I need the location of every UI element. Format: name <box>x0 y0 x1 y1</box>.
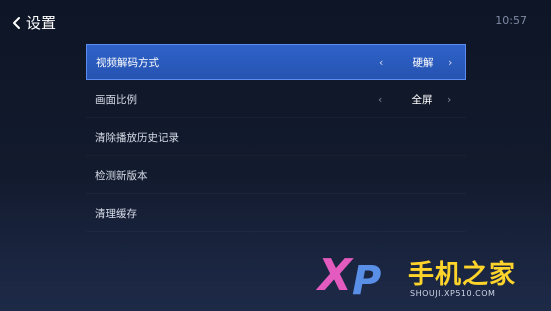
page-title: 设置 <box>26 14 57 32</box>
setting-clear-cache[interactable]: 清理缓存 <box>86 195 466 232</box>
setting-clear-history[interactable]: 清除播放历史记录 <box>86 119 466 156</box>
chevron-right-icon[interactable]: › <box>448 56 452 69</box>
setting-label: 视频解码方式 <box>96 56 159 69</box>
setting-check-update[interactable]: 检测新版本 <box>86 157 466 194</box>
clock: 10:57 <box>495 14 527 27</box>
chevron-left-icon <box>10 15 24 31</box>
setting-value: 硬解 <box>412 56 434 69</box>
top-bar: 设置 10:57 <box>0 0 551 44</box>
setting-label: 检测新版本 <box>95 169 148 182</box>
setting-label: 清除播放历史记录 <box>95 131 179 144</box>
back-button[interactable]: 设置 <box>10 12 56 33</box>
setting-label: 清理缓存 <box>95 207 137 220</box>
watermark-logo: X P 手机之家 SHOUJI.XP510.COM <box>318 250 551 311</box>
chevron-left-icon[interactable]: ‹ <box>378 93 382 106</box>
setting-label: 画面比例 <box>95 93 137 106</box>
chevron-left-icon[interactable]: ‹ <box>379 56 383 69</box>
settings-menu: 视频解码方式 ‹ 硬解 › 画面比例 ‹ 全屏 › 清除播放历史记录 检测新版本… <box>86 44 466 233</box>
watermark-url: SHOUJI.XP510.COM <box>410 289 496 298</box>
watermark-x: X <box>318 250 352 301</box>
watermark-p: P <box>352 258 382 304</box>
watermark-brand: 手机之家 <box>408 260 517 290</box>
setting-value: 全屏 <box>411 93 433 106</box>
setting-aspect-ratio[interactable]: 画面比例 ‹ 全屏 › <box>86 81 466 118</box>
setting-video-decode[interactable]: 视频解码方式 ‹ 硬解 › <box>86 44 466 80</box>
chevron-right-icon[interactable]: › <box>447 93 451 106</box>
